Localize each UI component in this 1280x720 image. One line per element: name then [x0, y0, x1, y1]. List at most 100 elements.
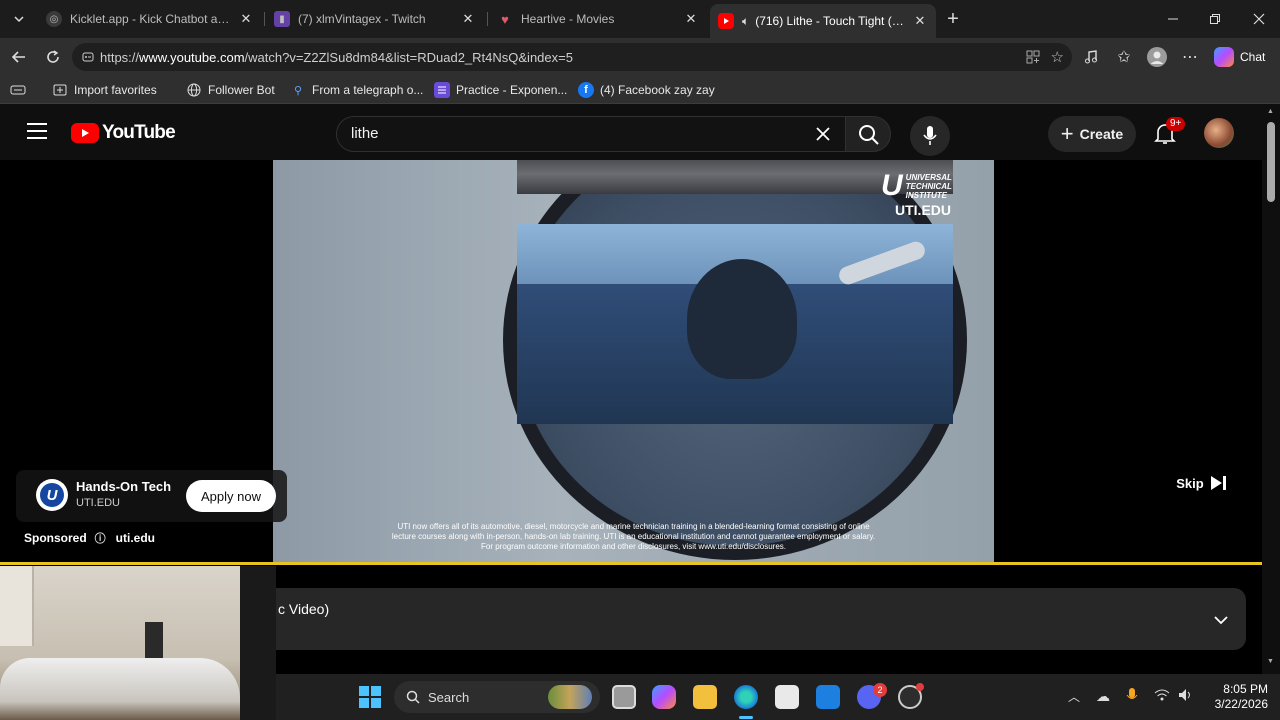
microphone-tray-icon[interactable]	[1126, 687, 1138, 710]
taskbar-search[interactable]: Search	[394, 681, 600, 713]
tab-heartive[interactable]: ♥ Heartive - Movies ✕	[489, 4, 707, 34]
practice-list-icon	[434, 82, 450, 98]
file-explorer-icon[interactable]	[693, 685, 717, 709]
scroll-up-arrow-icon[interactable]: ▲	[1267, 108, 1274, 115]
bookmarks-menu-icon[interactable]	[10, 80, 26, 100]
scrollbar-thumb[interactable]	[1267, 122, 1275, 202]
webcam-overlay	[0, 566, 276, 720]
page-scrollbar[interactable]: ▲ ▼	[1262, 104, 1280, 674]
site-info-icon[interactable]	[81, 50, 95, 67]
url-prefix: https://	[100, 49, 140, 65]
volume-icon[interactable]	[1178, 688, 1194, 707]
microsoft-store-icon[interactable]	[775, 685, 799, 709]
search-highlight-image	[548, 685, 592, 709]
search-box[interactable]: lithe	[336, 116, 846, 152]
bookmark-label: Follower Bot	[208, 83, 275, 97]
uti-brand-line: TECHNICAL	[905, 181, 952, 191]
new-tab-button[interactable]: +	[940, 6, 966, 32]
minimize-button[interactable]	[1160, 6, 1186, 32]
copilot-chat-button[interactable]: Chat	[1214, 45, 1265, 69]
advertiser-name: Hands-On Tech	[76, 479, 172, 494]
tab-twitch[interactable]: ▮ (7) xlmVintagex - Twitch ✕	[266, 4, 484, 34]
expand-chevron-icon[interactable]	[1214, 612, 1228, 630]
copilot-icon[interactable]	[652, 685, 676, 709]
tab-kicklet[interactable]: ◎ Kicklet.app - Kick Chatbot and Ov ✕	[38, 4, 262, 34]
close-window-button[interactable]	[1246, 6, 1272, 32]
address-bar[interactable]: https://www.youtube.com/watch?v=Z2ZlSu8d…	[72, 43, 1072, 71]
media-control-button[interactable]	[1078, 44, 1104, 70]
favorites-button[interactable]: ✩	[1111, 44, 1137, 70]
favorite-star-icon[interactable]: ☆	[1051, 48, 1064, 66]
bookmark-practice[interactable]: Practice - Exponen...	[434, 80, 567, 100]
apply-now-button[interactable]: Apply now	[186, 480, 276, 512]
windows-start-icon[interactable]	[359, 686, 381, 708]
guide-menu-button[interactable]	[26, 122, 48, 145]
account-avatar[interactable]	[1204, 118, 1234, 148]
tab-strip: ◎ Kicklet.app - Kick Chatbot and Ov ✕ ▮ …	[0, 0, 1280, 38]
profile-button[interactable]	[1144, 44, 1170, 70]
settings-more-button[interactable]: ⋯	[1177, 44, 1203, 70]
plus-icon: +	[1060, 121, 1074, 146]
tab-list-button[interactable]	[6, 6, 32, 32]
ad-advertiser-card[interactable]: U Hands-On Tech UTI.EDU Apply now	[16, 470, 287, 522]
more-dots-icon: ⋯	[1182, 49, 1198, 66]
voice-search-button[interactable]	[910, 116, 950, 156]
skip-ad-button[interactable]: Skip	[1162, 468, 1242, 498]
sponsored-domain-link[interactable]: uti.edu	[116, 531, 155, 545]
edge-browser-icon[interactable]	[734, 685, 758, 709]
taskbar-search-label: Search	[428, 689, 470, 705]
ad-disclaimer-line: lecture courses along with in-person, ha…	[391, 532, 876, 541]
youtube-masthead: YouTube lithe + Create 9+	[0, 104, 1262, 160]
youtube-play-logo-icon	[71, 123, 99, 143]
create-button[interactable]: + Create	[1048, 116, 1136, 152]
back-button[interactable]	[6, 44, 32, 70]
scroll-down-arrow-icon[interactable]: ▼	[1267, 658, 1274, 665]
advertiser-avatar[interactable]: U	[36, 479, 68, 511]
facebook-icon: f	[578, 82, 594, 98]
clear-search-icon[interactable]	[815, 126, 831, 147]
chevron-up-icon[interactable]: ︿	[1068, 688, 1080, 705]
task-view-icon[interactable]	[612, 685, 636, 709]
tab-title: Kicklet.app - Kick Chatbot and Ov	[70, 12, 232, 26]
speaker-icon[interactable]: 🔈︎	[742, 14, 749, 29]
sponsored-row: Sponsored ⓘ uti.edu	[24, 530, 155, 546]
bookmark-telegraph[interactable]: ⚲ From a telegraph o...	[290, 80, 423, 100]
ad-video-frame[interactable]: U UNIVERSAL TECHNICAL INSTITUTE UTI.EDU …	[273, 160, 994, 564]
search-icon	[859, 125, 879, 145]
active-app-indicator	[739, 716, 753, 719]
bookmark-import-favorites[interactable]: Import favorites	[52, 80, 157, 100]
app-available-icon[interactable]	[1026, 50, 1040, 67]
close-icon[interactable]: ✕	[683, 11, 699, 27]
wifi-icon[interactable]	[1154, 688, 1170, 705]
tab-youtube-active[interactable]: 🔈︎ (716) Lithe - Touch Tight (Offi ✕	[710, 4, 936, 38]
bookmark-label: (4) Facebook zay zay	[600, 83, 715, 97]
webcam-dark-edge	[240, 566, 276, 720]
import-folder-icon	[52, 82, 68, 98]
restore-button[interactable]	[1202, 6, 1228, 32]
webcam-door	[0, 566, 34, 646]
ad-progress-bar[interactable]	[0, 562, 1262, 565]
close-icon[interactable]: ✕	[238, 11, 254, 27]
clock[interactable]: 8:05 PM 3/22/2026	[1206, 682, 1268, 712]
video-player[interactable]: U UNIVERSAL TECHNICAL INSTITUTE UTI.EDU …	[0, 160, 1262, 564]
microphone-icon	[923, 126, 937, 145]
bookmark-facebook[interactable]: f (4) Facebook zay zay	[578, 80, 715, 100]
search-button[interactable]	[845, 116, 891, 152]
cloud-icon[interactable]: ☁	[1096, 688, 1110, 705]
close-icon[interactable]: ✕	[460, 11, 476, 27]
close-icon[interactable]: ✕	[912, 13, 928, 29]
bookmark-follower-bot[interactable]: Follower Bot	[186, 80, 275, 100]
youtube-wordmark: YouTube	[102, 122, 176, 143]
uti-url-label: UTI.EDU	[895, 202, 951, 218]
outlook-icon[interactable]	[816, 685, 840, 709]
info-icon[interactable]: ⓘ	[95, 530, 106, 546]
youtube-logo[interactable]: YouTube	[71, 122, 176, 144]
music-note-icon	[1085, 50, 1097, 64]
refresh-button[interactable]	[40, 44, 66, 70]
search-input[interactable]: lithe	[351, 125, 379, 142]
bookmark-label: From a telegraph o...	[312, 83, 424, 97]
uti-brand-line: UNIVERSAL	[905, 172, 952, 182]
globe-icon	[186, 82, 202, 98]
notifications-button[interactable]: 9+	[1154, 117, 1186, 151]
hamburger-menu-icon	[27, 123, 47, 139]
